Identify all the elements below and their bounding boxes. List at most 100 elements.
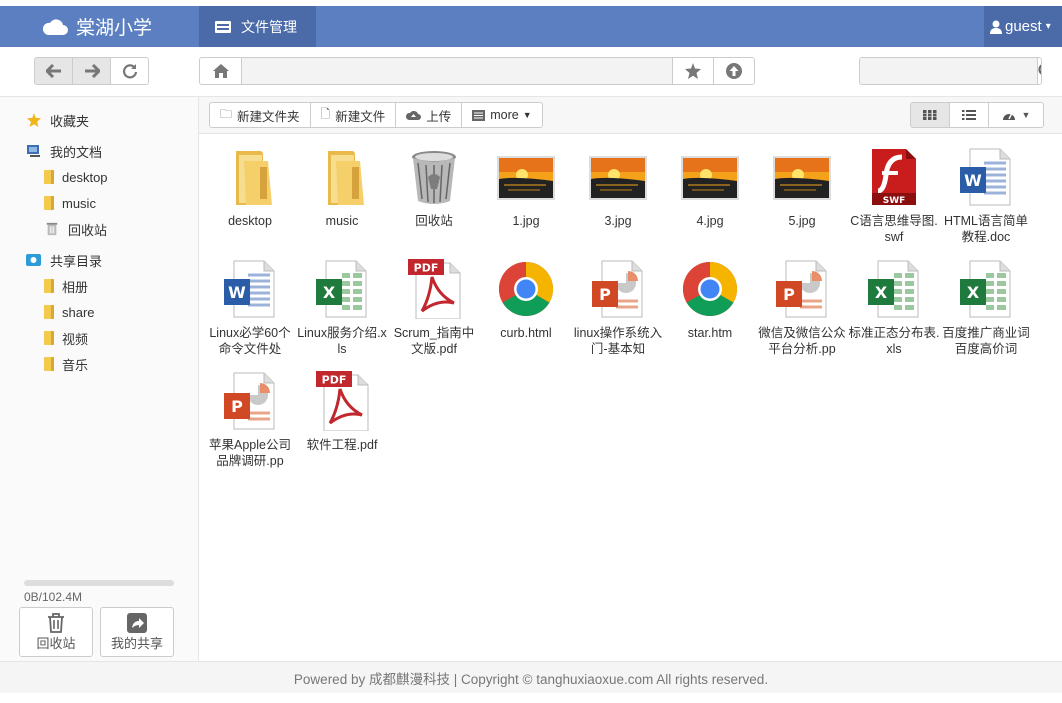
file-item[interactable]: P 微信及微信公众平台分析.pp (756, 257, 848, 367)
file-item[interactable]: PDF Scrum_指南中文版.pdf (388, 257, 480, 367)
file-name: curb.html (500, 326, 552, 340)
computer-icon (27, 145, 40, 157)
folder-icon (218, 145, 282, 209)
file-item[interactable]: P 苹果Apple公司品牌调研.pp (204, 369, 296, 479)
svg-text:P: P (599, 285, 611, 304)
sidebar-item-label: 回收站 (68, 222, 108, 238)
svg-text:PDF: PDF (414, 262, 439, 275)
user-icon (990, 20, 1002, 34)
file-item[interactable]: SWF C语言思维导图.swf (848, 145, 940, 255)
svg-text:X: X (875, 283, 888, 302)
favorite-button[interactable] (672, 58, 713, 84)
file-item[interactable]: curb.html (480, 257, 572, 367)
grid-view-button[interactable] (911, 103, 950, 127)
file-name: 回收站 (415, 214, 453, 228)
path-input[interactable] (242, 58, 672, 84)
file-item[interactable]: X 百度推广商业词 百度高价词 (940, 257, 1032, 367)
sidebar-item-favorites[interactable]: 收藏夹 (26, 110, 89, 130)
upload-button[interactable]: 上传 (396, 103, 463, 127)
sidebar-item-desktop[interactable]: desktop (44, 167, 108, 187)
new-folder-button[interactable]: 🗀 新建文件夹 (210, 103, 311, 127)
file-item[interactable]: Plinux操作系统入门-基本知 (572, 257, 664, 367)
file-name: desktop (228, 214, 272, 228)
storage-quota-bar (24, 580, 174, 586)
cloud-upload-icon (406, 110, 422, 120)
file-outline-icon: 🗋 (320, 106, 331, 121)
tab-file-manager[interactable]: 文件管理 (199, 6, 316, 47)
list-icon (472, 109, 486, 121)
file-item[interactable]: desktop (204, 145, 296, 255)
dashboard-icon (1002, 112, 1015, 120)
file-manager-icon (215, 20, 231, 33)
home-button[interactable] (200, 58, 242, 84)
sidebar-item-my-docs[interactable]: 我的文档 (26, 141, 102, 161)
file-name: 标准正态分布表.xls (848, 326, 940, 356)
file-item[interactable]: 4.jpg (664, 145, 756, 255)
display-settings-button[interactable]: ▼ (989, 103, 1043, 127)
file-item[interactable]: music (296, 145, 388, 255)
file-item[interactable]: PDF 软件工程.pdf (296, 369, 388, 479)
image-icon (678, 145, 742, 209)
file-name: star.htm (687, 326, 733, 340)
file-item[interactable]: 5.jpg (756, 145, 848, 255)
new-file-button[interactable]: 🗋 新建文件 (311, 103, 397, 127)
file-item[interactable]: star.htm (664, 257, 756, 367)
search-box (859, 57, 1042, 85)
file-item[interactable]: 1.jpg (480, 145, 572, 255)
folder-icon (44, 196, 54, 210)
more-label: more (490, 108, 519, 122)
star-icon (685, 63, 701, 79)
refresh-button[interactable] (111, 58, 148, 84)
pdf-icon: PDF (310, 369, 374, 433)
sidebar-item-label: 音乐 (62, 357, 89, 373)
chevron-down-icon: ▼ (1021, 110, 1031, 120)
file-toolbar: 🗀 新建文件夹 🗋 新建文件 上传 more ▼ ▼ (199, 97, 1062, 134)
upload-label: 上传 (426, 109, 452, 124)
brand[interactable]: 棠湖小学 (42, 6, 152, 47)
file-item[interactable]: X Linux服务介绍.xls (296, 257, 388, 367)
recycle-bin-icon (46, 222, 58, 236)
image-icon (586, 145, 650, 209)
forward-button[interactable] (73, 58, 111, 84)
my-share-label: 我的共享 (110, 635, 163, 651)
chrome-icon (494, 257, 558, 321)
grid-icon (923, 110, 937, 120)
user-menu[interactable]: guest ▾ (984, 6, 1062, 47)
file-item[interactable]: X 标准正态分布表.xls (848, 257, 940, 367)
file-item[interactable]: W HTML语言简单教程.doc (940, 145, 1032, 255)
sidebar-item-recycle[interactable]: 回收站 (44, 219, 107, 239)
search-input[interactable] (860, 58, 1037, 84)
recycle-bin-button[interactable]: 回收站 (19, 607, 93, 657)
file-panel: 🗀 新建文件夹 🗋 新建文件 上传 more ▼ ▼ desktop music… (199, 97, 1062, 661)
view-switcher: ▼ (910, 102, 1044, 128)
search-button[interactable] (1037, 58, 1041, 84)
my-share-button[interactable]: 我的共享 (100, 607, 174, 657)
parent-folder-button[interactable] (713, 58, 754, 84)
storage-quota-text: 0B/102.4M (24, 590, 83, 604)
file-item[interactable]: 3.jpg (572, 145, 664, 255)
sidebar-item-music[interactable]: music (44, 193, 96, 213)
file-name: 软件工程.pdf (306, 438, 378, 452)
file-item[interactable]: W Linux必学60个命令文件处 (204, 257, 296, 367)
new-file-label: 新建文件 (335, 109, 386, 124)
svg-text:SWF: SWF (883, 196, 906, 206)
file-name: music (325, 214, 359, 228)
file-item[interactable]: 回收站 (388, 145, 480, 255)
arrow-up-circle-icon (726, 63, 742, 79)
sidebar-item-label: 我的文档 (50, 144, 103, 160)
folder-icon (44, 279, 54, 293)
shared-drive-icon (26, 254, 41, 266)
svg-text:PDF: PDF (322, 374, 347, 387)
file-name: 1.jpg (512, 214, 540, 228)
file-name: 3.jpg (604, 214, 632, 228)
sidebar-item-album[interactable]: 相册 (44, 276, 88, 296)
list-view-button[interactable] (950, 103, 989, 127)
word-icon: W (218, 257, 282, 321)
more-button[interactable]: more ▼ (462, 103, 541, 127)
sidebar-item-video[interactable]: 视频 (44, 328, 88, 348)
ppt-icon: P (586, 257, 650, 321)
sidebar-item-share[interactable]: share (44, 302, 95, 322)
back-button[interactable] (35, 58, 73, 84)
sidebar-item-music-shared[interactable]: 音乐 (44, 354, 88, 374)
sidebar-item-shared[interactable]: 共享目录 (26, 250, 102, 270)
